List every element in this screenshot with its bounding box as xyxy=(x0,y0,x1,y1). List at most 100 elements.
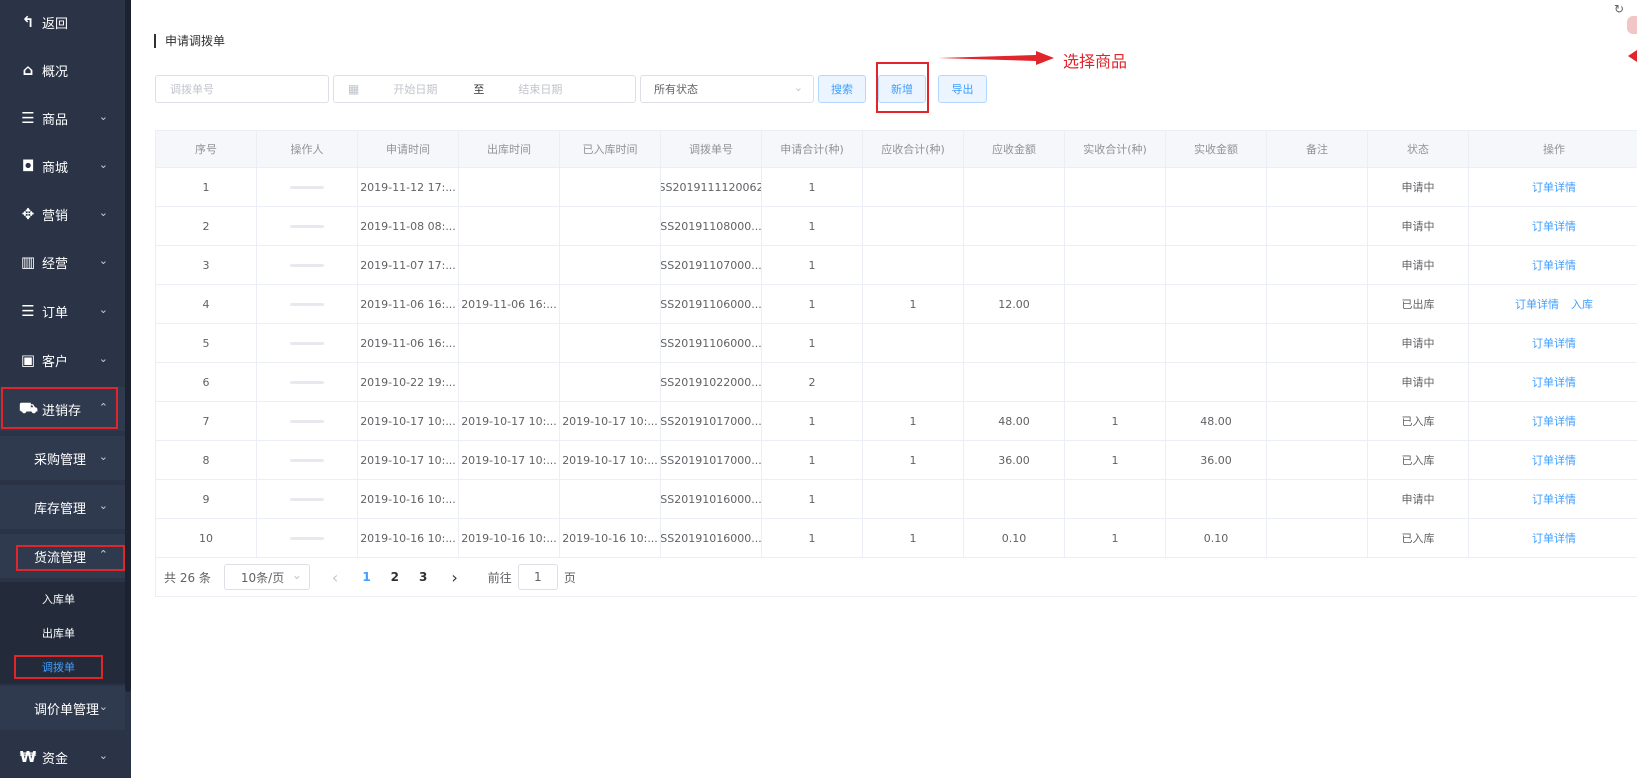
sidebar-item-transfer[interactable]: 调拨单 xyxy=(0,650,125,684)
page-size-value: 10条/页 xyxy=(240,570,285,585)
home-icon: ⌂ xyxy=(22,61,34,79)
next-page-button[interactable]: › xyxy=(451,568,457,587)
table-cell-act-amt xyxy=(1166,168,1267,206)
date-range-picker[interactable]: ▦ 开始日期 至 结束日期 xyxy=(333,75,636,103)
column-header: 应收合计(种) xyxy=(863,131,964,167)
table-cell-actions: 订单详情 xyxy=(1469,324,1637,362)
page-title: 申请调拨单 xyxy=(154,34,225,48)
stock-in-link[interactable]: 入库 xyxy=(1571,296,1593,312)
table-cell-due-amt xyxy=(964,168,1065,206)
table-cell-status: 申请中 xyxy=(1368,207,1469,245)
table-row: 6 2019-10-22 19:... SS20191022000... 2 申请中 订单… xyxy=(156,363,1637,402)
operator-cell-redacted xyxy=(257,324,358,362)
sidebar-scrollbar[interactable] xyxy=(125,0,131,692)
sidebar-item-label: 调价单管理 xyxy=(34,702,100,718)
order-detail-link[interactable]: 订单详情 xyxy=(1532,491,1576,507)
table-cell-order: SS20191022000... xyxy=(661,363,762,401)
redacted-text xyxy=(290,458,324,462)
table-cell-apply: 2019-10-22 19:... xyxy=(358,363,459,401)
column-header: 操作人 xyxy=(257,131,358,167)
prev-page-button[interactable]: ‹ xyxy=(332,568,338,587)
sidebar-item-label: 资金 xyxy=(42,751,69,767)
export-button[interactable]: 导出 xyxy=(938,75,987,103)
sidebar-item-stock[interactable]: 库存管理 ⌄ xyxy=(0,485,125,529)
table-cell-actions: 订单详情 xyxy=(1469,168,1637,206)
table-cell-out: 2019-11-06 16:... xyxy=(459,285,560,323)
table-cell-order: SS20191017000... xyxy=(661,441,762,479)
sidebar-item-inventory[interactable]: ⛟ 进销存 ⌃ xyxy=(0,387,125,431)
order-detail-link[interactable]: 订单详情 xyxy=(1532,218,1576,234)
table-cell-due-amt xyxy=(964,480,1065,518)
sidebar-item-marketing[interactable]: ✥ 营销 ⌄ xyxy=(0,192,125,236)
table-cell-req: 1 xyxy=(762,324,863,362)
table-row: 5 2019-11-06 16:... SS20191106000... 1 申请中 订单… xyxy=(156,324,1637,363)
table-cell-in xyxy=(560,168,661,206)
order-detail-link[interactable]: 订单详情 xyxy=(1532,530,1576,546)
table-cell-in xyxy=(560,207,661,245)
page-number-button[interactable]: 3 xyxy=(419,570,427,584)
order-detail-link[interactable]: 订单详情 xyxy=(1532,452,1576,468)
sidebar-item-purchase[interactable]: 采购管理 ⌄ xyxy=(0,436,125,480)
sidebar-item-logistics[interactable]: 货流管理 ⌃ xyxy=(0,534,125,578)
goto-page-input[interactable]: 1 xyxy=(517,564,558,590)
truck-icon: ⛟ xyxy=(19,399,38,417)
sidebar-item-mall[interactable]: ◘ 商城 ⌄ xyxy=(0,144,125,188)
sidebar-item-outbound[interactable]: 出库单 xyxy=(0,616,125,650)
sidebar-item-price-adjust[interactable]: 调价单管理 ⌄ xyxy=(0,686,125,730)
order-detail-link[interactable]: 订单详情 xyxy=(1515,296,1559,312)
table-cell-act-amt xyxy=(1166,246,1267,284)
end-date-placeholder[interactable]: 结束日期 xyxy=(518,81,562,97)
table-cell-order: SS2019111120062 xyxy=(661,168,762,206)
table-cell-req: 1 xyxy=(762,402,863,440)
table-cell-due-amt: 12.00 xyxy=(964,285,1065,323)
sidebar-item-funds[interactable]: ₩ 资金 ⌄ xyxy=(0,735,125,779)
order-detail-link[interactable]: 订单详情 xyxy=(1532,374,1576,390)
table-cell-status: 申请中 xyxy=(1368,363,1469,401)
table-cell-req: 1 xyxy=(762,285,863,323)
table-cell-req: 1 xyxy=(762,246,863,284)
table-cell-req: 1 xyxy=(762,168,863,206)
table-cell-remark xyxy=(1267,246,1368,284)
chevron-down-icon: ⌄ xyxy=(98,206,108,219)
table-cell-no: 1 xyxy=(156,168,257,206)
page-number-button[interactable]: 2 xyxy=(391,570,399,584)
table-cell-no: 8 xyxy=(156,441,257,479)
table-cell-due xyxy=(863,363,964,401)
sidebar-item-goods[interactable]: ☰ 商品 ⌄ xyxy=(0,96,125,140)
sidebar-item-back[interactable]: ↰ 返回 xyxy=(0,0,125,44)
status-select[interactable]: 所有状态 ⌄ xyxy=(640,75,814,103)
table-cell-out xyxy=(459,363,560,401)
table-cell-status: 已出库 xyxy=(1368,285,1469,323)
won-icon: ₩ xyxy=(19,748,37,766)
page-size-select[interactable]: 10条/页 ⌄ xyxy=(223,564,310,590)
add-button[interactable]: 新增 xyxy=(878,75,926,103)
sidebar-item-overview[interactable]: ⌂ 概况 xyxy=(0,48,125,92)
start-date-placeholder[interactable]: 开始日期 xyxy=(393,81,437,97)
table-cell-remark xyxy=(1267,363,1368,401)
table-cell-act xyxy=(1065,246,1166,284)
order-no-input[interactable]: 调拨单号 xyxy=(155,75,329,103)
table-cell-due: 1 xyxy=(863,519,964,557)
page-number-button[interactable]: 1 xyxy=(362,570,370,584)
table-cell-status: 申请中 xyxy=(1368,324,1469,362)
table-cell-act: 1 xyxy=(1065,441,1166,479)
refresh-icon[interactable]: ↻ xyxy=(1614,2,1624,16)
chevron-down-icon: ⌄ xyxy=(98,450,108,463)
table-cell-in xyxy=(560,324,661,362)
sidebar-item-orders[interactable]: ☰ 订单 ⌄ xyxy=(0,289,125,333)
order-detail-link[interactable]: 订单详情 xyxy=(1532,335,1576,351)
sidebar-item-inbound[interactable]: 入库单 xyxy=(0,582,125,616)
order-detail-link[interactable]: 订单详情 xyxy=(1532,179,1576,195)
sidebar-item-business[interactable]: ▥ 经营 ⌄ xyxy=(0,240,125,284)
sidebar-item-customers[interactable]: ▣ 客户 ⌄ xyxy=(0,338,125,382)
sidebar-item-label: 出库单 xyxy=(42,627,75,640)
order-detail-link[interactable]: 订单详情 xyxy=(1532,413,1576,429)
redacted-text xyxy=(290,419,324,423)
table-cell-no: 4 xyxy=(156,285,257,323)
column-header: 状态 xyxy=(1368,131,1469,167)
chevron-down-icon: ⌄ xyxy=(98,303,108,316)
table-row: 3 2019-11-07 17:... SS20191107000... 1 申请中 订单… xyxy=(156,246,1637,285)
order-detail-link[interactable]: 订单详情 xyxy=(1532,257,1576,273)
search-button[interactable]: 搜索 xyxy=(818,75,866,103)
table-cell-status: 申请中 xyxy=(1368,246,1469,284)
